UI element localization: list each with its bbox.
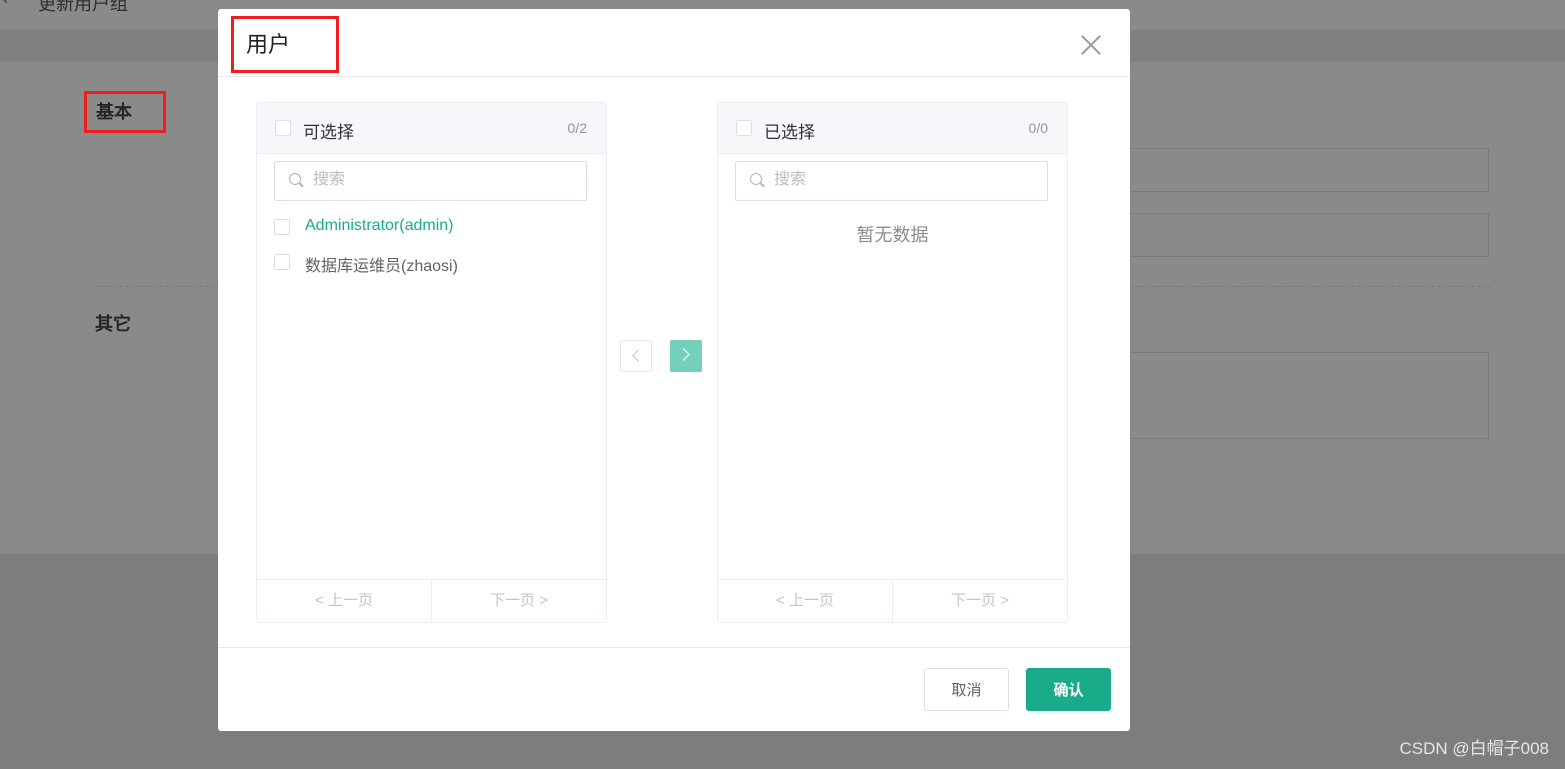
- move-left-button[interactable]: [620, 340, 652, 372]
- panel-title: 可选择: [303, 123, 354, 142]
- prev-page-button[interactable]: < 上一页: [257, 580, 432, 622]
- watermark: CSDN @白帽子008: [1399, 739, 1549, 758]
- search-box: [735, 161, 1048, 201]
- search-icon: [750, 173, 762, 185]
- search-icon: [289, 173, 301, 185]
- next-page-button[interactable]: 下一页 >: [893, 580, 1067, 622]
- dialog-header: 用户: [218, 9, 1130, 77]
- background-input-1: [1130, 148, 1489, 192]
- select-all-available-checkbox[interactable]: [275, 120, 291, 136]
- search-input[interactable]: [311, 170, 575, 190]
- item-label: 数据库运维员(zhaosi): [305, 258, 458, 275]
- item-checkbox[interactable]: [274, 254, 290, 270]
- back-icon[interactable]: ‹: [2, 0, 8, 9]
- pagination: < 上一页 下一页 >: [257, 579, 606, 622]
- move-right-button[interactable]: [670, 340, 702, 372]
- section-other-label: 其它: [95, 314, 131, 334]
- section-basic-label: 基本: [84, 91, 166, 133]
- user-transfer-dialog: 用户 可选择 0/2 Administrator(admin) 数据库运维员(z…: [218, 9, 1130, 731]
- page-title: 更新用户组: [38, 0, 128, 14]
- panel-header: 可选择 0/2: [257, 103, 606, 154]
- panel-header: 已选择 0/0: [718, 103, 1067, 154]
- search-box: [274, 161, 587, 201]
- panel-title: 已选择: [764, 123, 815, 142]
- search-input[interactable]: [772, 170, 1036, 190]
- item-checkbox[interactable]: [274, 219, 290, 235]
- pagination: < 上一页 下一页 >: [718, 579, 1067, 622]
- selected-users-panel: 已选择 0/0 暂无数据 < 上一页 下一页 >: [717, 102, 1068, 623]
- background-textarea: [1130, 352, 1489, 439]
- cancel-button[interactable]: 取消: [924, 668, 1009, 711]
- list-item[interactable]: 数据库运维员(zhaosi): [274, 250, 594, 275]
- prev-page-button[interactable]: < 上一页: [718, 580, 893, 622]
- dialog-footer: 取消 确认: [218, 647, 1130, 732]
- selection-count: 0/0: [1028, 120, 1048, 136]
- chevron-left-icon: [632, 349, 645, 362]
- next-page-button[interactable]: 下一页 >: [432, 580, 606, 622]
- select-all-selected-checkbox[interactable]: [736, 120, 752, 136]
- selection-count: 0/2: [567, 120, 587, 136]
- close-icon[interactable]: [1080, 34, 1102, 56]
- item-label: Administrator(admin): [305, 217, 454, 234]
- chevron-right-icon: [677, 348, 690, 361]
- empty-state-text: 暂无数据: [856, 225, 929, 245]
- confirm-button[interactable]: 确认: [1026, 668, 1111, 711]
- list-item[interactable]: Administrator(admin): [274, 215, 594, 239]
- dialog-title: 用户: [246, 32, 291, 57]
- available-users-panel: 可选择 0/2 Administrator(admin) 数据库运维员(zhao…: [256, 102, 607, 623]
- background-input-2: [1130, 213, 1489, 257]
